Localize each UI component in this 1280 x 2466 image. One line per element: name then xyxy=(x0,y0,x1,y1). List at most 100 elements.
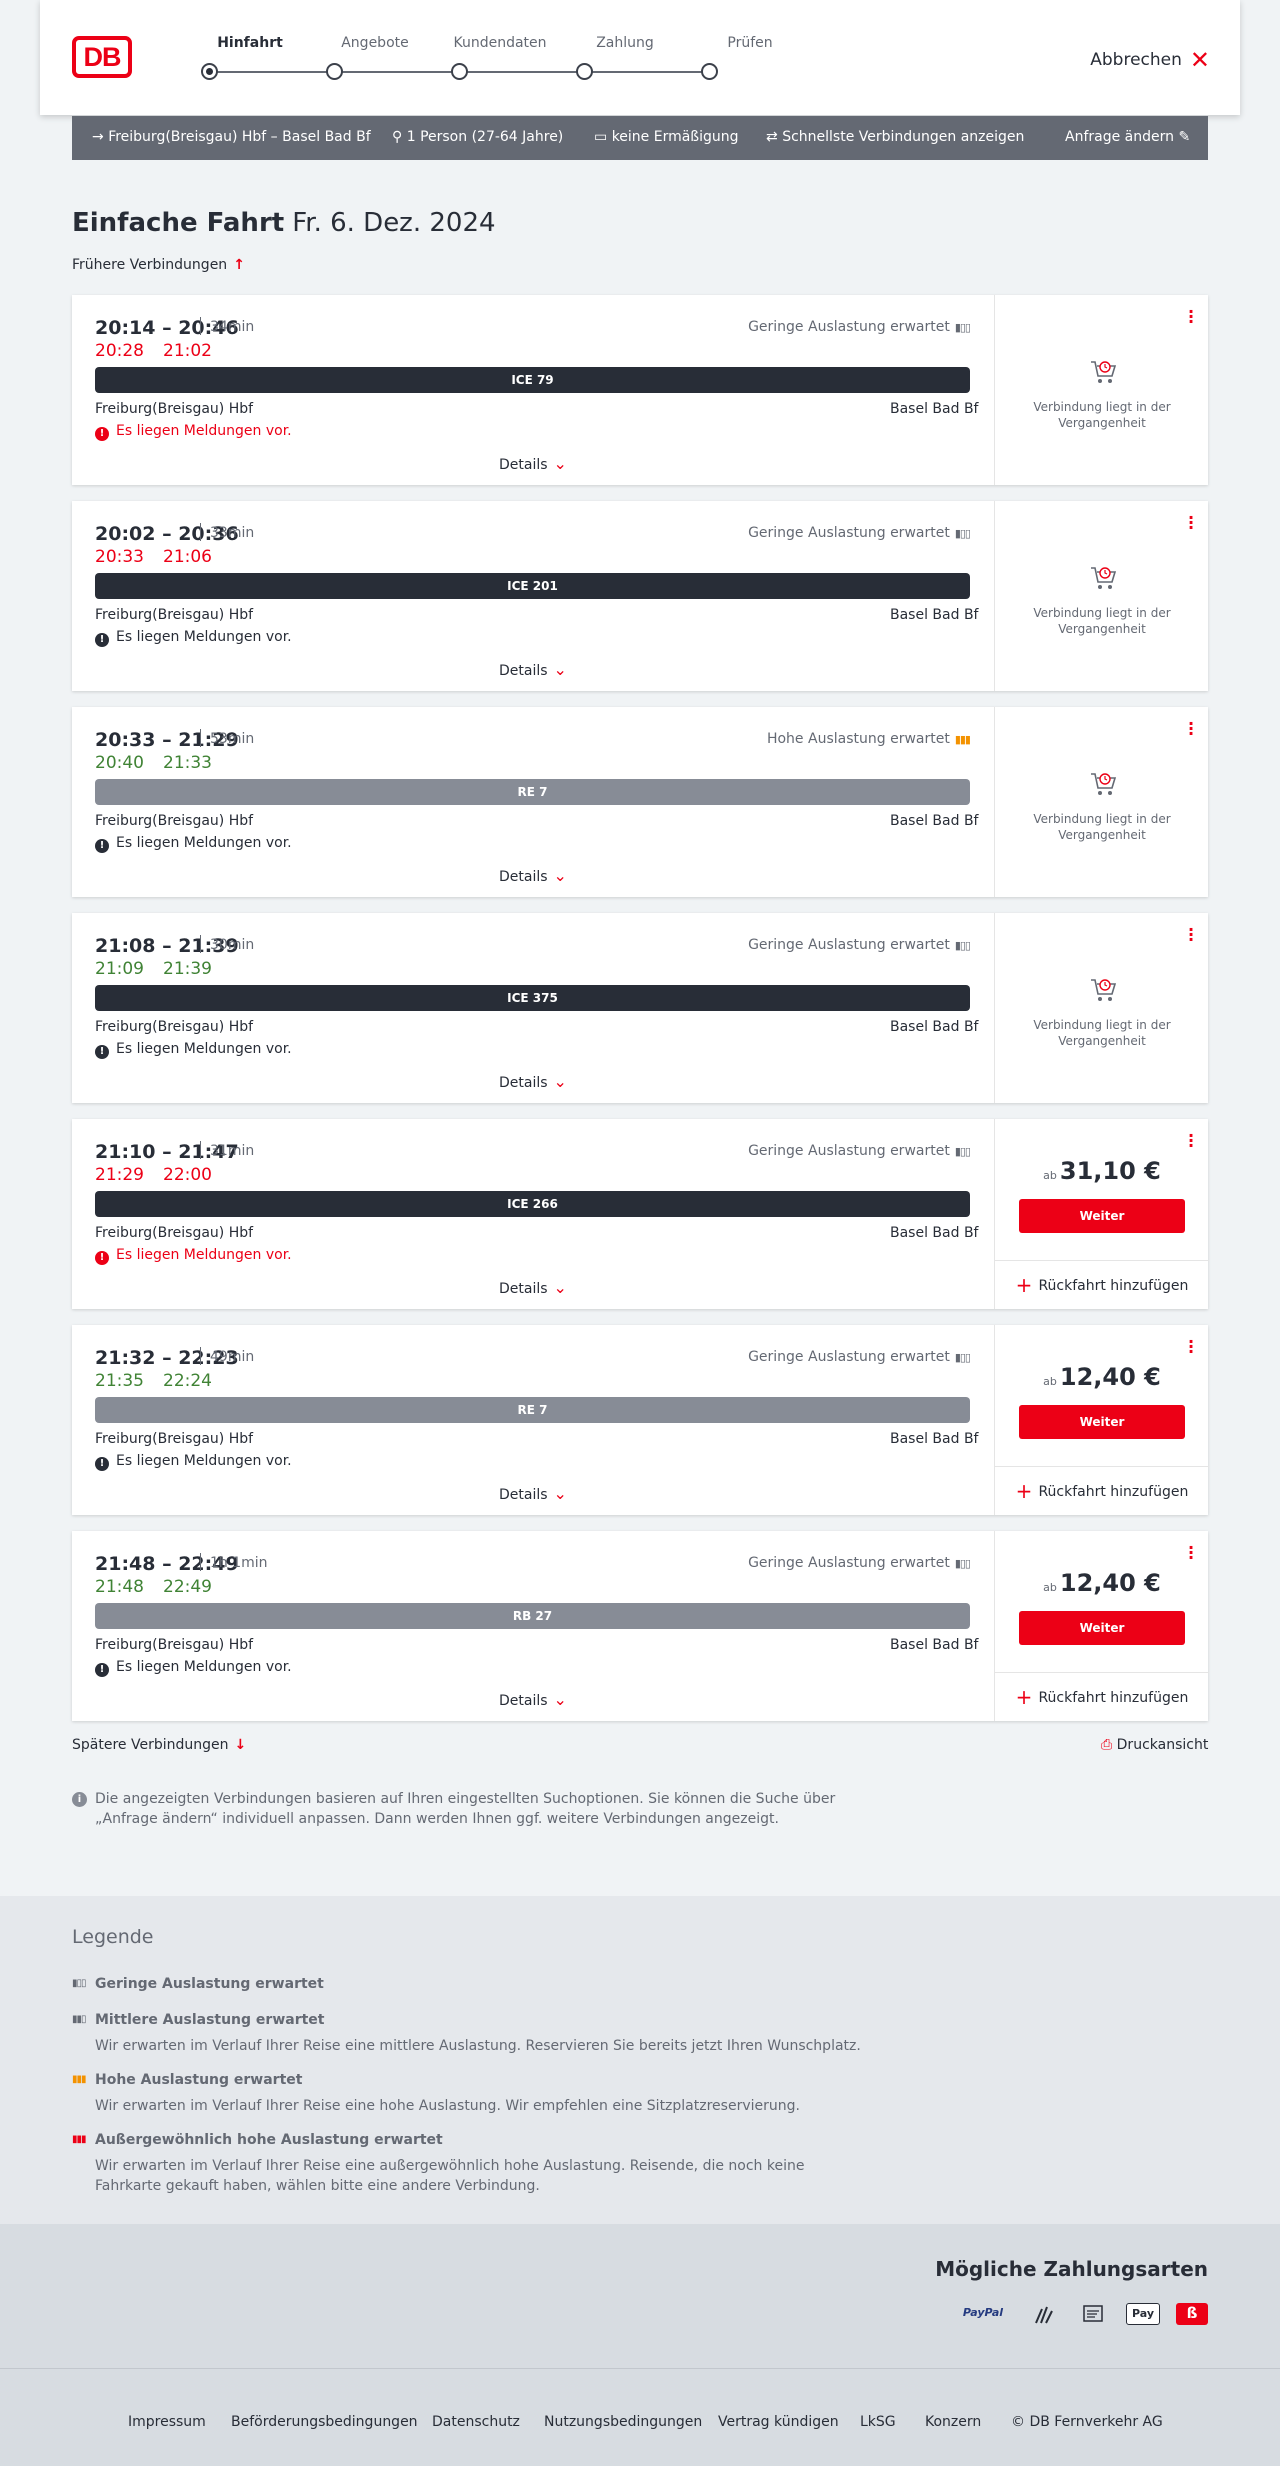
train-bar[interactable]: RB 27 xyxy=(95,1603,970,1629)
notice-text: Es liegen Meldungen vor. xyxy=(116,629,292,645)
notice-message[interactable]: ! Es liegen Meldungen vor. xyxy=(95,1247,292,1265)
step-label-angebote: Angebote xyxy=(341,35,409,51)
price: ab 12,40 € xyxy=(995,1569,1209,1597)
arrow-down-icon: ↓ xyxy=(234,1737,247,1753)
footer-link-nutzungsbedingungen[interactable]: Nutzungsbedingungen xyxy=(544,2414,702,2430)
print-view-link[interactable]: ⎙ Druckansicht xyxy=(1101,1737,1208,1753)
more-options-icon[interactable]: · · · xyxy=(1188,1128,1194,1154)
chevron-down-icon: ⌄ xyxy=(553,1484,567,1503)
realtime-departure: 20:40 xyxy=(95,753,144,773)
chevron-down-icon: ⌄ xyxy=(553,1278,567,1297)
legend-item-title: Außergewöhnlich hohe Auslastung erwartet xyxy=(95,2132,443,2148)
divider xyxy=(200,729,201,747)
notice-text: Es liegen Meldungen vor. xyxy=(116,1247,292,1263)
print-view-label: Druckansicht xyxy=(1116,1737,1209,1753)
occupancy-text: Geringe Auslastung erwartet xyxy=(748,525,950,541)
add-return-trip-button[interactable]: + Rückfahrt hinzufügen xyxy=(995,1260,1209,1309)
notice-message[interactable]: ! Es liegen Meldungen vor. xyxy=(95,1453,292,1471)
continue-button[interactable]: Weiter xyxy=(1019,1405,1185,1439)
more-options-icon[interactable]: · · · xyxy=(1188,304,1194,330)
price-value: 31,10 € xyxy=(1059,1157,1161,1185)
details-toggle[interactable]: Details ⌄ xyxy=(499,1484,567,1503)
cart-icon xyxy=(1089,565,1117,591)
card-icon: ▭ xyxy=(594,129,612,145)
details-label: Details xyxy=(499,869,548,885)
details-label: Details xyxy=(499,1281,548,1297)
divider xyxy=(200,523,201,541)
step-dot-zahlung[interactable] xyxy=(576,63,593,80)
details-toggle[interactable]: Details ⌄ xyxy=(499,1278,567,1297)
train-bar[interactable]: RE 7 xyxy=(95,1397,970,1423)
alert-icon: ! xyxy=(95,839,109,853)
occupancy-info: Geringe Auslastung erwartet ▮▯▯ xyxy=(748,1555,971,1571)
footer-link-datenschutz[interactable]: Datenschutz xyxy=(432,2414,520,2430)
legend-item-medium: ▮▮▯ Mittlere Auslastung erwartet Wir erwa… xyxy=(72,2012,872,2056)
duration: 49min xyxy=(210,1349,255,1365)
footer-link-konzern[interactable]: Konzern xyxy=(925,2414,981,2430)
route-text: Freiburg(Breisgau) Hbf – Basel Bad Bf xyxy=(108,129,371,145)
payment-section: Mögliche Zahlungsarten PayPal Pay ß xyxy=(0,2224,1280,2368)
db-logo[interactable]: DB xyxy=(72,36,132,78)
add-return-trip-button[interactable]: + Rückfahrt hinzufügen xyxy=(995,1672,1209,1721)
details-toggle[interactable]: Details ⌄ xyxy=(499,1072,567,1091)
payment-title: Mögliche Zahlungsarten xyxy=(935,2257,1208,2281)
train-bar[interactable]: ICE 375 xyxy=(95,985,970,1011)
train-bar[interactable]: ICE 266 xyxy=(95,1191,970,1217)
destination-station: Basel Bad Bf xyxy=(890,1019,979,1035)
more-options-icon[interactable]: · · · xyxy=(1188,922,1194,948)
connection-card: 21:32 – 22:23 49min 21:35 22:24 Geringe … xyxy=(72,1325,1209,1515)
past-connection-text: Verbindung liegt in der Vergangenheit xyxy=(1033,812,1171,842)
duration: 1h 1min xyxy=(210,1555,268,1571)
realtime-arrival: 22:49 xyxy=(163,1577,212,1597)
more-options-icon[interactable]: · · · xyxy=(1188,716,1194,742)
arrow-right-icon: → xyxy=(92,129,109,145)
step-dot-pruefen[interactable] xyxy=(701,63,718,80)
step-dot-hinfahrt[interactable] xyxy=(201,63,218,80)
details-label: Details xyxy=(499,1487,548,1503)
step-dot-angebote[interactable] xyxy=(326,63,343,80)
destination-station: Basel Bad Bf xyxy=(890,607,979,623)
later-connections-link[interactable]: Spätere Verbindungen ↓ xyxy=(72,1737,246,1753)
realtime-arrival: 22:00 xyxy=(163,1165,212,1185)
occupancy-high-icon: ▮▮▮ xyxy=(954,733,971,746)
footer-link-befoerderungsbedingungen[interactable]: Beförderungsbedingungen xyxy=(231,2414,418,2430)
more-options-icon[interactable]: · · · xyxy=(1188,510,1194,536)
train-bar[interactable]: ICE 79 xyxy=(95,367,970,393)
notice-message[interactable]: ! Es liegen Meldungen vor. xyxy=(95,1659,292,1677)
occupancy-info: Geringe Auslastung erwartet ▮▯▯ xyxy=(748,319,971,335)
footer-link-lksg[interactable]: LkSG xyxy=(860,2414,896,2430)
continue-button[interactable]: Weiter xyxy=(1019,1611,1185,1645)
details-toggle[interactable]: Details ⌄ xyxy=(499,866,567,885)
occupancy-low-icon: ▮▯▯ xyxy=(954,939,971,952)
more-options-icon[interactable]: · · · xyxy=(1188,1334,1194,1360)
realtime-arrival: 21:06 xyxy=(163,547,212,567)
details-toggle[interactable]: Details ⌄ xyxy=(499,1690,567,1709)
train-bar[interactable]: ICE 201 xyxy=(95,573,970,599)
notice-message[interactable]: ! Es liegen Meldungen vor. xyxy=(95,835,292,853)
discount-summary: ▭ keine Ermäßigung xyxy=(594,129,739,145)
change-request-button[interactable]: Anfrage ändern ✎ xyxy=(1065,129,1190,145)
footer-link-impressum[interactable]: Impressum xyxy=(128,2414,206,2430)
connection-card: 20:33 – 21:29 53min 20:40 21:33 Hohe Aus… xyxy=(72,707,1208,897)
occupancy-medium-icon: ▮▮▯ xyxy=(72,2014,86,2025)
train-bar[interactable]: RE 7 xyxy=(95,779,970,805)
db-card-icon: ß xyxy=(1176,2303,1208,2325)
offer-panel: · · · Verbindung liegt in der Vergangenhei… xyxy=(994,707,1208,897)
add-return-trip-button[interactable]: + Rückfahrt hinzufügen xyxy=(995,1466,1209,1515)
step-dot-kundendaten[interactable] xyxy=(451,63,468,80)
cancel-label: Abbrechen xyxy=(1090,50,1182,70)
notice-message[interactable]: ! Es liegen Meldungen vor. xyxy=(95,423,292,441)
details-toggle[interactable]: Details ⌄ xyxy=(499,660,567,679)
details-toggle[interactable]: Details ⌄ xyxy=(499,454,567,473)
apple-pay-label: Pay xyxy=(1131,2307,1155,2320)
trip-type: Einfache Fahrt xyxy=(72,208,285,238)
person-icon: ⚲ xyxy=(392,129,407,145)
cancel-button[interactable]: Abbrechen ✕ xyxy=(1090,46,1210,74)
continue-button[interactable]: Weiter xyxy=(1019,1199,1185,1233)
more-options-icon[interactable]: · · · xyxy=(1188,1540,1194,1566)
step-label-hinfahrt: Hinfahrt xyxy=(217,35,283,51)
notice-message[interactable]: ! Es liegen Meldungen vor. xyxy=(95,1041,292,1059)
earlier-connections-link[interactable]: Frühere Verbindungen ↑ xyxy=(72,257,245,273)
notice-message[interactable]: ! Es liegen Meldungen vor. xyxy=(95,629,292,647)
footer-link-vertrag-kuendigen[interactable]: Vertrag kündigen xyxy=(718,2414,839,2430)
